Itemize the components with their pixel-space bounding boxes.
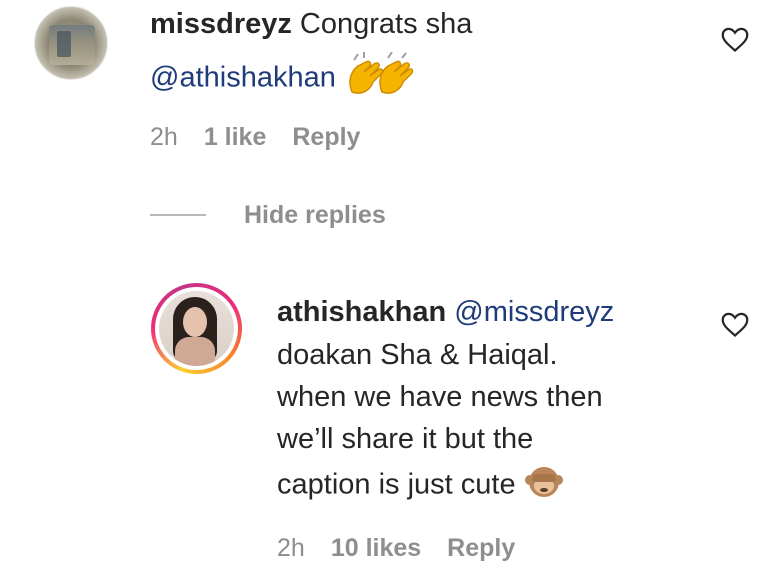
comment-line-1: missdreyz Congrats sha	[150, 7, 472, 41]
reply-username[interactable]: athishakhan	[277, 296, 446, 328]
likes-count[interactable]: 1 like	[204, 123, 267, 151]
see-no-evil-monkey-icon	[524, 464, 564, 508]
reply-likes-count[interactable]: 10 likes	[331, 534, 421, 562]
reply-time: 2h	[277, 534, 305, 562]
reply-text-line: doakan Sha & Haiqal.	[277, 339, 558, 371]
hide-replies-button[interactable]: Hide replies	[244, 200, 386, 230]
avatar-athishakhan[interactable]	[151, 283, 242, 374]
reply-like-heart-icon[interactable]	[721, 312, 749, 338]
avatar-scene	[49, 25, 95, 65]
reply-text-line: when we have news then	[277, 381, 603, 413]
comment-line-2: @athishakhan	[150, 51, 414, 106]
avatar-scene-detail	[57, 31, 71, 57]
reply-reply-button[interactable]: Reply	[447, 534, 515, 562]
reply-text-line: we’ll share it but the	[277, 423, 534, 455]
comment-username[interactable]: missdreyz	[150, 8, 292, 40]
reply-text-last-line: caption is just cute	[277, 464, 564, 508]
comment-time: 2h	[150, 123, 178, 151]
avatar-body	[175, 337, 215, 366]
avatar-photo	[159, 291, 234, 366]
replies-divider	[150, 214, 206, 216]
avatar-ring-inner	[155, 287, 238, 370]
reply-meta: 2h 10 likes Reply	[277, 533, 541, 563]
reply-text-line: caption is just cute	[277, 468, 516, 501]
mention-link[interactable]: @athishakhan	[150, 62, 336, 94]
reply-button[interactable]: Reply	[292, 123, 360, 151]
comment-meta: 2h 1 like Reply	[150, 122, 386, 152]
reply-mention-link[interactable]: @missdreyz	[446, 296, 614, 328]
avatar-face	[183, 307, 207, 337]
avatar-missdreyz[interactable]	[34, 6, 108, 80]
clapping-hands-icon	[344, 51, 414, 106]
comment-text: Congrats sha	[291, 8, 473, 40]
reply-line-1: athishakhan @missdreyz	[277, 295, 614, 329]
like-heart-icon[interactable]	[721, 27, 749, 53]
